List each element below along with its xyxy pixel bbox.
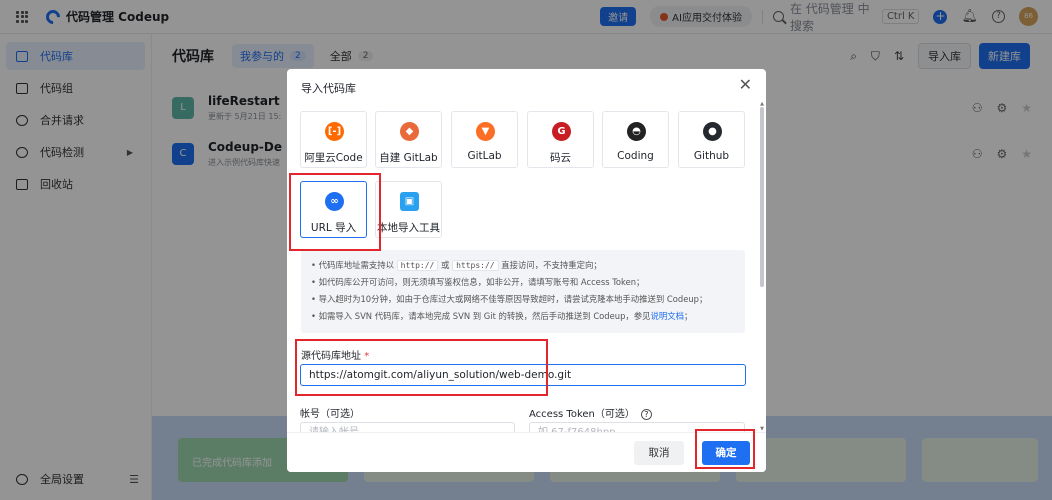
gitlab-icon: ▼: [476, 122, 495, 141]
cancel-button[interactable]: 取消: [634, 441, 684, 465]
tip-line: • 代码库地址需支持以 http:// 或 https:// 直接访问，不支持重…: [311, 260, 602, 271]
source-gitlab[interactable]: ▼ GitLab: [451, 111, 518, 168]
coding-icon: ◓: [627, 122, 646, 141]
source-label: 码云: [550, 152, 571, 164]
local-tool-icon: ▣: [400, 192, 419, 211]
import-tips: • 代码库地址需支持以 http:// 或 https:// 直接访问，不支持重…: [301, 250, 745, 333]
token-field-label: Access Token（可选）?: [529, 405, 652, 420]
gitlab-self-icon: ◆: [400, 122, 419, 141]
dialog-scrollbar[interactable]: [760, 107, 764, 287]
tip-line: • 导入超时为10分钟，如由于仓库过大或网络不佳等原因导致超时，请尝试克隆本地手…: [311, 294, 708, 304]
import-repo-dialog: 导入代码库 ✕ ▲ ▼ [-] 阿里云Code ◆ 自建 GitLab ▼ Gi…: [287, 69, 766, 472]
aliyun-icon: [-]: [325, 122, 344, 141]
help-icon[interactable]: ?: [640, 409, 652, 420]
source-github[interactable]: ● Github: [678, 111, 745, 168]
source-coding[interactable]: ◓ Coding: [602, 111, 669, 168]
tip-line: • 如代码库公开可访问，则无须填写鉴权信息，如非公开，请填写账号和 Access…: [311, 277, 645, 287]
source-self-gitlab[interactable]: ◆ 自建 GitLab: [375, 111, 442, 168]
highlight-url-field: [295, 339, 548, 396]
account-field-label: 帐号（可选）: [300, 409, 360, 420]
close-icon[interactable]: ✕: [739, 75, 752, 94]
source-label: 本地导入工具: [377, 222, 440, 234]
source-label: 自建 GitLab: [379, 152, 438, 164]
source-label: Github: [693, 150, 730, 162]
source-label: Coding: [617, 150, 654, 162]
highlight-url-import: [289, 173, 381, 251]
source-label: GitLab: [467, 150, 502, 162]
tip-line: • 如需导入 SVN 代码库，请本地完成 SVN 到 Git 的转换，然后手动推…: [311, 311, 693, 321]
source-label: 阿里云Code: [304, 152, 363, 164]
gitee-icon: G: [552, 122, 571, 141]
docs-link[interactable]: 说明文档: [651, 311, 685, 321]
source-aliyun-code[interactable]: [-] 阿里云Code: [300, 111, 367, 168]
source-gitee[interactable]: G 码云: [527, 111, 594, 168]
source-local-tool[interactable]: ▣ 本地导入工具: [375, 181, 442, 238]
highlight-confirm: [695, 429, 755, 469]
dialog-title: 导入代码库: [301, 82, 356, 95]
github-icon: ●: [703, 122, 722, 141]
